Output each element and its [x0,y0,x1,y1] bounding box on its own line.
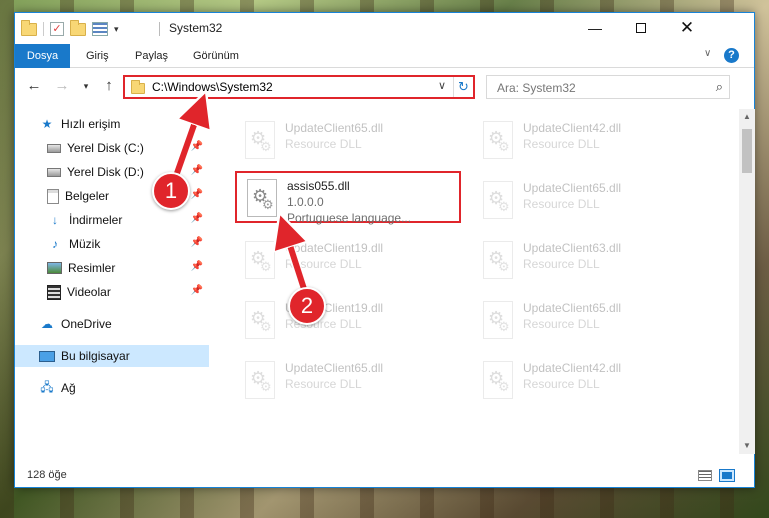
step-2-badge: 2 [288,287,326,325]
annotation-arrows [171,0,310,297]
arrow-step-1-line [173,108,200,177]
step-1-badge: 1 [152,172,190,210]
arrow-step-2-line [285,230,308,293]
